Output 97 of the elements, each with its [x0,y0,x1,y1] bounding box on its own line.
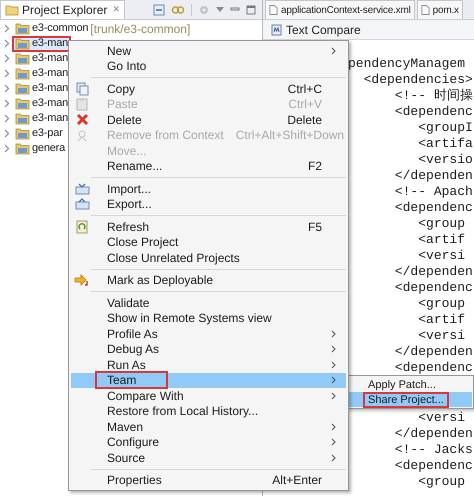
menu-item[interactable]: Refresh F5 [71,219,346,234]
shortcut-text: Alt+Enter [272,472,322,490]
shortcut-text: F5 [308,218,322,236]
code-line: </dependen [394,426,473,441]
menu-item[interactable]: Copy Ctrl+C [71,81,346,96]
project-folder-icon [15,112,30,125]
code-line: <dependenc [394,280,473,295]
close-icon[interactable]: ✕ [112,3,120,17]
project-folder-icon [15,67,30,80]
menu-item[interactable]: Mark as Deployable [71,272,346,288]
code-line: <versio [417,152,473,167]
folder-icon [5,4,19,16]
project-folder-icon [15,142,30,155]
view-menu-icon[interactable] [216,6,224,12]
menu-item[interactable]: Debug As [71,342,346,357]
menu-item[interactable]: Delete Delete [71,112,346,128]
shortcut-text: Ctrl+V [288,96,322,114]
menu-item[interactable]: Maven [71,419,346,434]
maximize-icon[interactable] [246,4,256,14]
code-line: <versi [417,410,466,425]
shortcut-text: Ctrl+C [288,80,322,98]
delete-icon [76,113,88,126]
tree-item[interactable]: e3-man [12,110,72,126]
copy-icon [76,82,88,96]
menu-item[interactable]: Team [71,372,346,388]
code-line: <group [417,296,466,311]
code-line: <!-- Jacks [394,442,473,457]
remove-context-icon [76,128,88,142]
code-line: </dependen [394,344,473,359]
tree-item[interactable]: e3-man [12,66,72,82]
tree-item[interactable]: genera [12,140,68,156]
shortcut-text: F2 [308,158,322,176]
export-icon [74,198,90,210]
project-folder-icon [15,127,30,140]
paste-icon [76,97,88,112]
code-line: <artif [417,312,466,327]
editor-tab[interactable]: pom.x [416,0,463,19]
file-icon [420,4,430,16]
menu-item[interactable]: Rename... F2 [71,158,346,174]
menu-item[interactable]: New [71,43,346,58]
menu-item[interactable]: Source [71,450,346,466]
menu-item[interactable]: Restore from Local History... [71,404,346,419]
tree-item[interactable]: e3-man [12,96,72,112]
code-line: pendencyManagem [348,56,466,71]
link-editor-icon[interactable] [171,4,185,16]
code-line: <dependenc [394,360,473,375]
code-line: <artif [417,232,466,247]
tree-item[interactable]: e3-man [12,80,72,96]
project-folder-icon [15,37,30,50]
project-folder-icon [15,52,30,65]
file-icon [269,4,278,16]
tree-item[interactable]: e3-common [trunk/e3-common] [12,20,194,36]
code-line: <versi [417,328,466,343]
menu-item[interactable]: Run As [71,357,346,372]
code-line: </dependen [394,168,473,183]
editor-tab[interactable]: applicationContext-service.xml [265,0,415,19]
refresh-icon [76,220,88,234]
project-folder-icon [15,82,30,95]
shortcut-text: Delete [287,112,322,129]
import-icon [74,182,90,195]
tree-item[interactable]: e3-man [12,50,72,66]
code-line: <artifa [417,136,473,151]
repository-label: [trunk/e3-common] [90,20,190,38]
tree-item[interactable]: e3-man [12,36,72,52]
code-line: <dependenc [394,104,473,119]
code-line: <!-- 时间操 [394,88,473,103]
tab-title: Project Explorer [22,2,108,19]
code-line: </dependen [394,264,473,279]
collapse-all-icon[interactable] [153,4,165,16]
code-line: <group [417,216,466,231]
menu-item[interactable]: Export... [71,196,346,212]
project-folder-icon [15,22,30,35]
menu-item[interactable]: Profile As [71,326,346,342]
code-line: <dependenc [394,200,473,215]
submenu-item[interactable]: Apply Patch... [349,377,472,392]
menu-item[interactable]: Go Into [71,58,346,74]
code-line: <versi [417,248,466,263]
menu-item[interactable]: Import... [71,181,346,196]
menu-item[interactable]: Validate [71,295,346,310]
explorer-tab[interactable]: Project Explorer ✕ [0,0,126,19]
code-line: <dependenc [394,458,473,473]
code-line: <dependencies> [362,72,473,87]
menu-item[interactable]: Compare With [71,388,346,404]
tree-item[interactable]: e3-par [12,126,66,142]
menu-item[interactable]: Properties Alt+Enter [71,472,346,488]
project-folder-icon [15,97,30,110]
submenu-item[interactable]: Share Project... [349,392,472,407]
shortcut-text: Ctrl+Alt+Shift+Down [236,127,344,144]
menu-item[interactable]: Close Unrelated Projects [71,250,346,266]
code-line: <!-- Apach [394,184,473,199]
code-line: <group [417,474,466,489]
code-line: <groupI [417,120,473,135]
menu-item[interactable]: Close Project [71,234,346,250]
menu-item[interactable]: Show in Remote Systems view [71,310,346,326]
deploy-arrow-icon [74,274,90,287]
compare-file-icon [271,24,282,36]
menu-item[interactable]: Configure [71,434,346,450]
